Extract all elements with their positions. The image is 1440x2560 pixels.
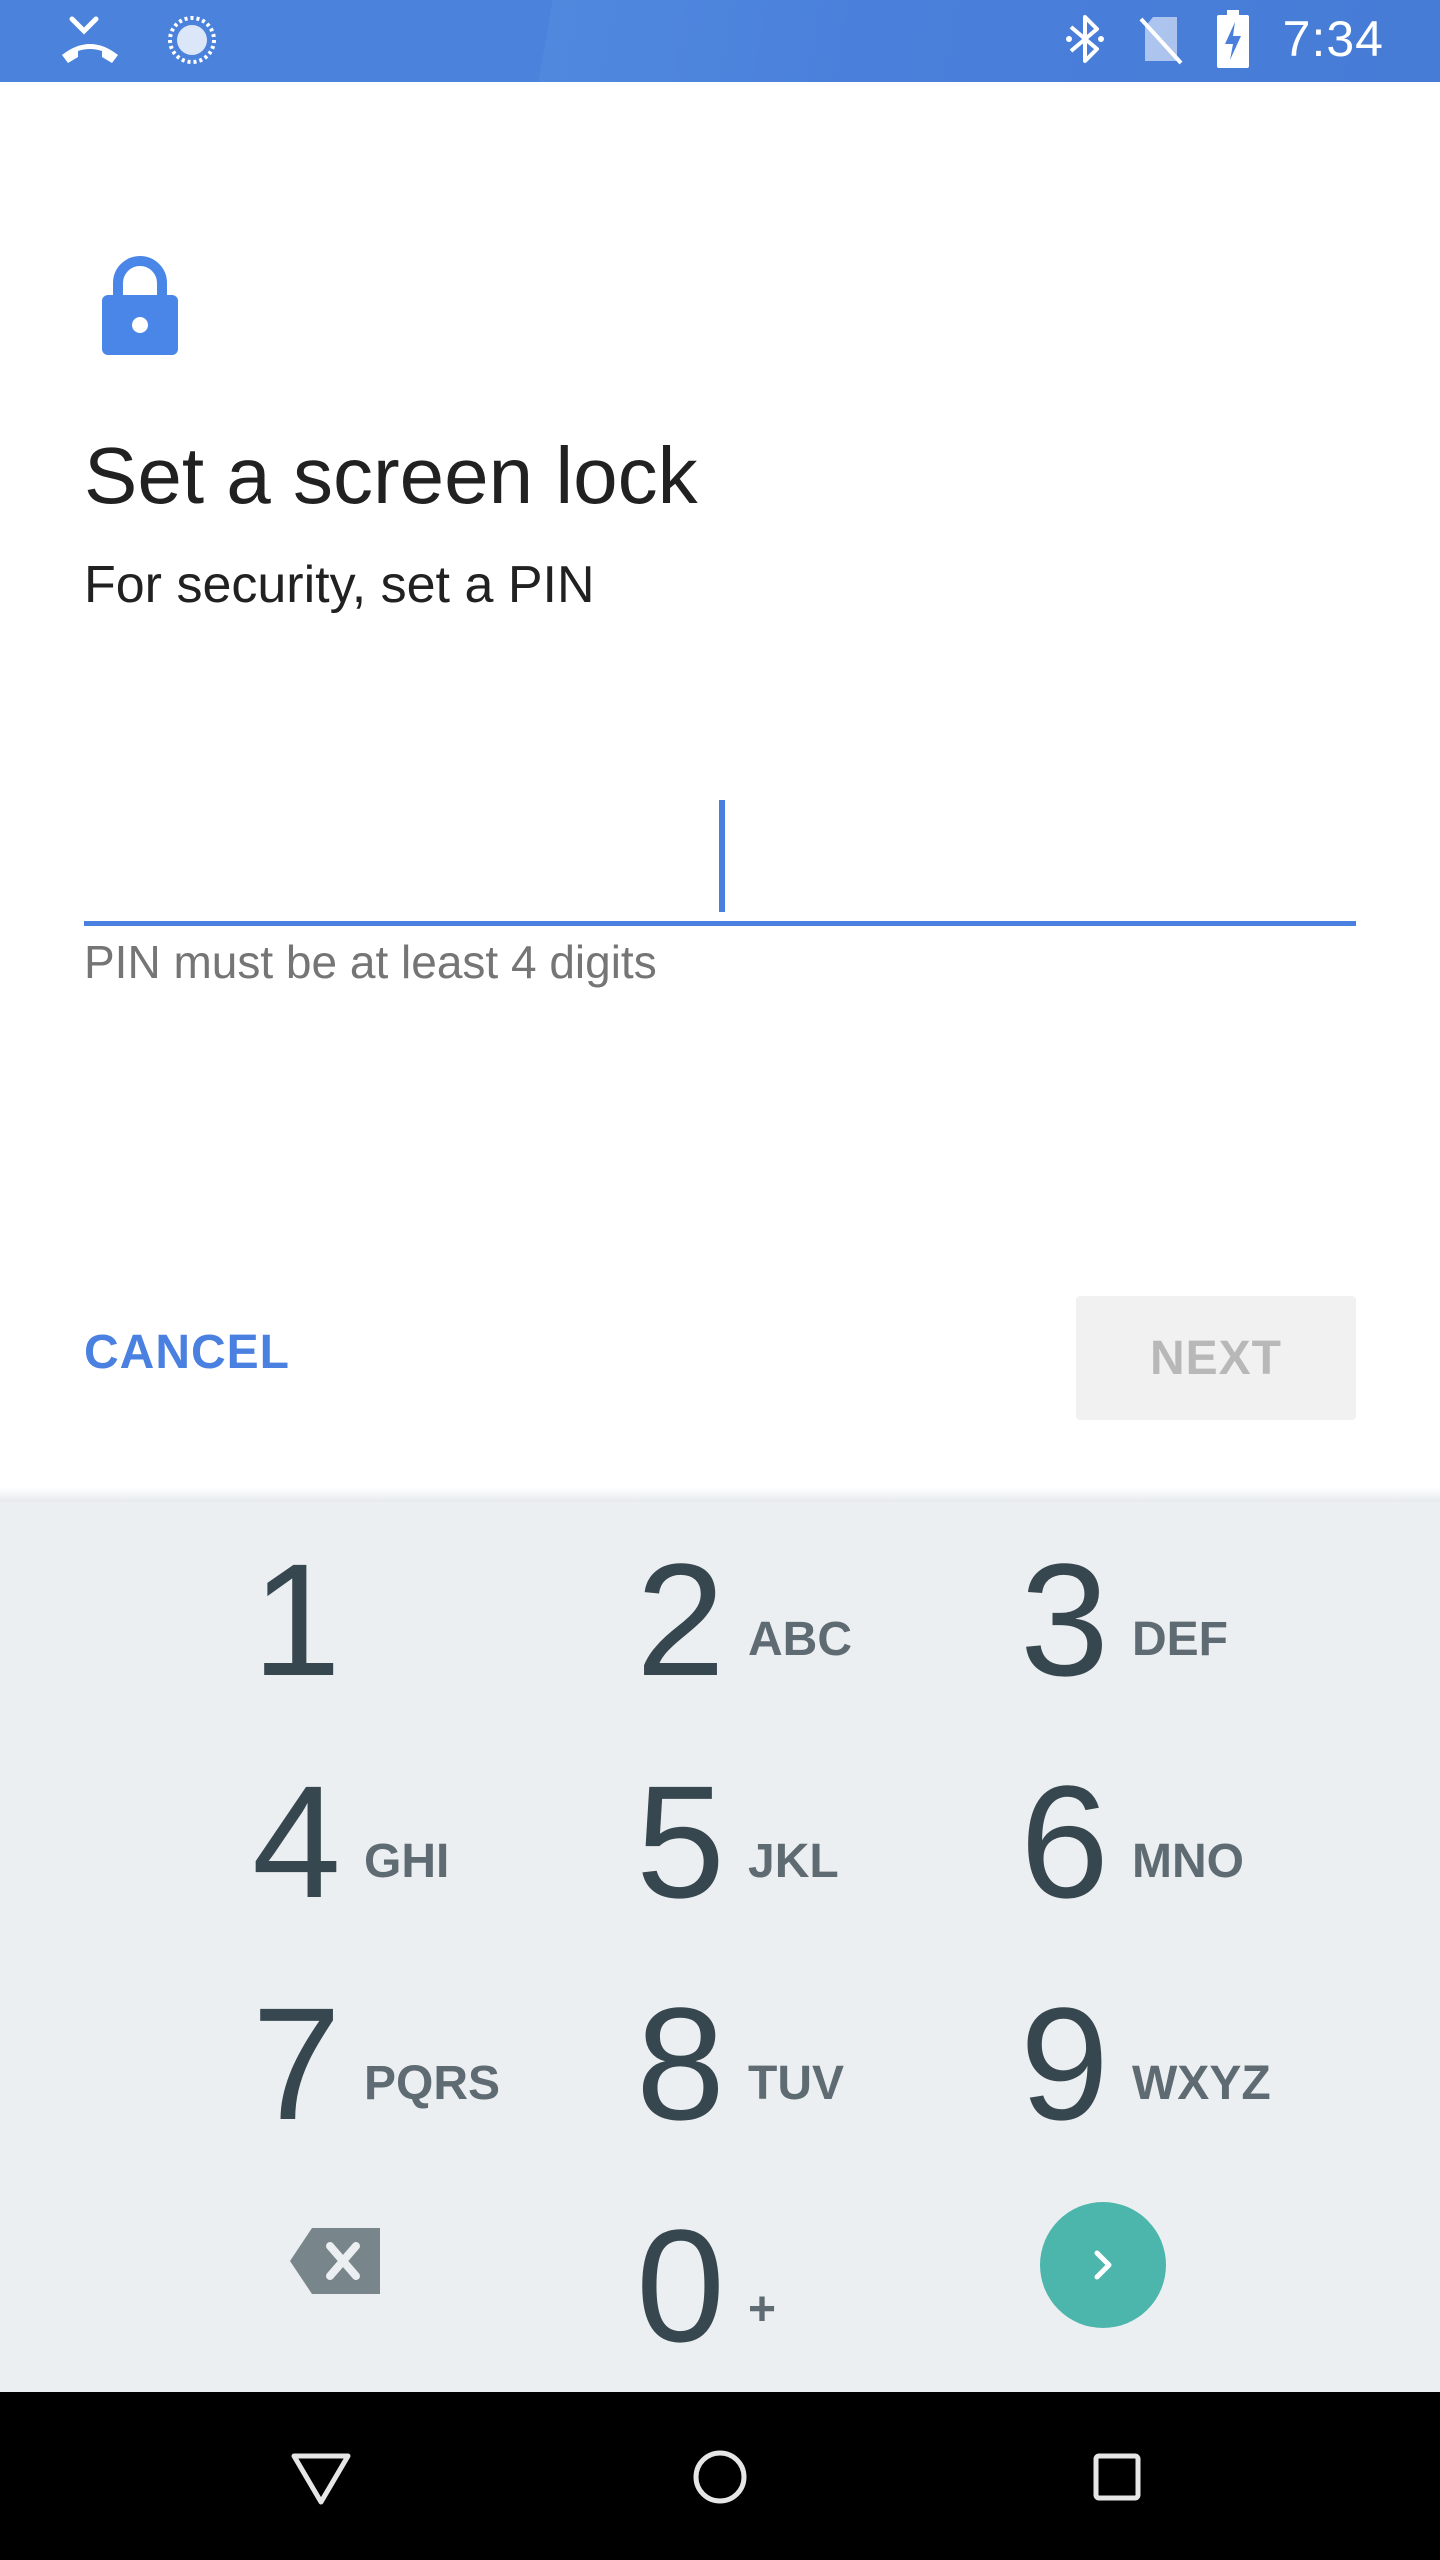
key-digit: 3	[1020, 1530, 1109, 1709]
chevron-right-icon	[1094, 2250, 1112, 2280]
key-6[interactable]: 6 MNO	[1020, 1762, 1404, 1984]
page-subtitle: For security, set a PIN	[84, 556, 595, 614]
pin-helper-text: PIN must be at least 4 digits	[84, 936, 657, 988]
key-7[interactable]: 7 PQRS	[252, 1984, 636, 2206]
key-digit: 0	[636, 2196, 725, 2375]
page-title: Set a screen lock	[84, 431, 698, 520]
status-right-icons: 7:34	[1065, 10, 1384, 68]
key-9[interactable]: 9 WXYZ	[1020, 1984, 1404, 2206]
pin-input[interactable]	[84, 780, 1356, 926]
sync-icon	[168, 16, 216, 64]
no-sim-icon	[1139, 17, 1183, 65]
status-left-icons	[60, 14, 218, 66]
battery-charging-icon	[1216, 10, 1249, 68]
keypad-divider	[0, 1488, 1440, 1502]
key-digit: 5	[636, 1752, 725, 1931]
key-5[interactable]: 5 JKL	[636, 1762, 1020, 1984]
key-letters: +	[748, 2283, 777, 2336]
key-3[interactable]: 3 DEF	[1020, 1540, 1404, 1762]
key-digit: 1	[252, 1530, 341, 1709]
status-bar: 7:34	[0, 0, 1440, 82]
enter-button[interactable]	[1040, 2202, 1166, 2328]
key-digit: 6	[1020, 1752, 1109, 1931]
status-time: 7:34	[1282, 11, 1384, 67]
backspace-icon[interactable]	[290, 2228, 380, 2294]
home-icon[interactable]	[685, 2442, 755, 2512]
key-8[interactable]: 8 TUV	[636, 1984, 1020, 2206]
key-letters: PQRS	[364, 2057, 501, 2110]
key-letters: JKL	[748, 1835, 839, 1888]
text-cursor	[719, 800, 725, 912]
lock-icon	[102, 256, 178, 355]
key-letters: DEF	[1132, 1613, 1228, 1666]
key-letters: MNO	[1132, 1835, 1244, 1888]
back-icon[interactable]	[286, 2442, 356, 2512]
key-digit: 9	[1020, 1974, 1109, 2153]
bluetooth-icon	[1065, 15, 1104, 63]
key-letters: TUV	[748, 2057, 844, 2110]
missed-call-icon	[62, 16, 118, 63]
navigation-bar	[0, 2392, 1440, 2560]
next-button[interactable]: NEXT	[1076, 1296, 1356, 1420]
key-4[interactable]: 4 GHI	[252, 1762, 636, 1984]
key-letters: GHI	[364, 1835, 450, 1888]
key-digit: 2	[636, 1530, 725, 1709]
key-letters: ABC	[748, 1613, 852, 1666]
key-digit: 4	[252, 1752, 341, 1931]
key-digit: 7	[252, 1974, 341, 2153]
key-1[interactable]: 1	[252, 1540, 636, 1762]
recents-icon[interactable]	[1082, 2442, 1152, 2512]
key-letters: WXYZ	[1132, 2057, 1271, 2110]
cancel-button[interactable]: CANCEL	[84, 1325, 290, 1380]
key-digit: 8	[636, 1974, 725, 2153]
key-2[interactable]: 2 ABC	[636, 1540, 1020, 1762]
